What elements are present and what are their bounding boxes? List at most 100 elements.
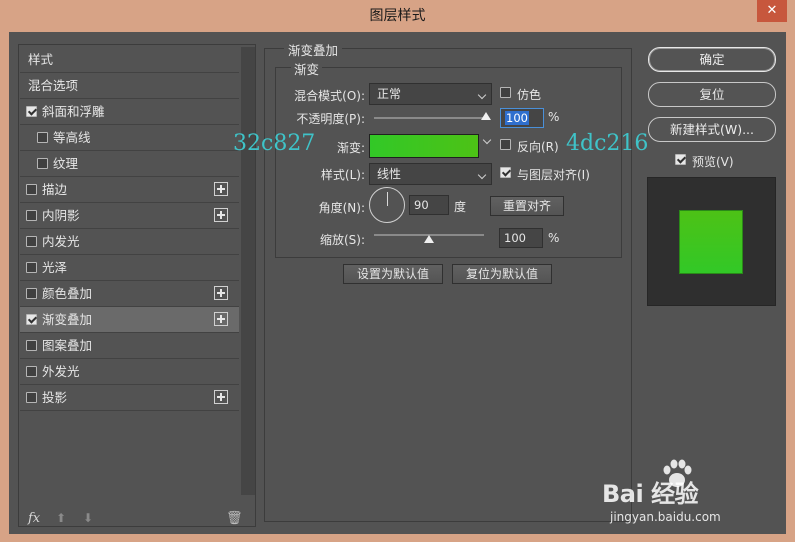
trash-icon[interactable]: 🗑: [226, 511, 243, 526]
list-item[interactable]: 样式: [20, 47, 239, 73]
styles-list-panel: 样式混合选项斜面和浮雕等高线纹理描边内阴影内发光光泽颜色叠加渐变叠加图案叠加外发…: [18, 44, 256, 527]
list-item-checkbox[interactable]: [26, 184, 37, 195]
opacity-input[interactable]: 100: [500, 108, 544, 128]
scale-value: 100: [504, 231, 526, 245]
list-item[interactable]: 图案叠加: [20, 333, 239, 359]
list-item[interactable]: 投影: [20, 385, 239, 411]
align-with-layer-checkbox[interactable]: [500, 167, 511, 178]
list-item-checkbox[interactable]: [26, 314, 37, 325]
list-scrollbar[interactable]: [241, 47, 255, 495]
list-item[interactable]: 描边: [20, 177, 239, 203]
preview-swatch: [679, 210, 743, 274]
list-item[interactable]: 内阴影: [20, 203, 239, 229]
list-item-label: 投影: [42, 390, 68, 405]
list-item[interactable]: 混合选项: [20, 73, 239, 99]
list-item[interactable]: 外发光: [20, 359, 239, 385]
plus-icon[interactable]: [214, 312, 228, 326]
dither-label: 仿色: [517, 88, 542, 102]
list-item-label: 颜色叠加: [42, 286, 93, 301]
list-item-label: 混合选项: [28, 78, 79, 93]
opacity-slider-track[interactable]: [374, 117, 486, 119]
list-item-checkbox[interactable]: [26, 340, 37, 351]
list-item-checkbox[interactable]: [26, 106, 37, 117]
opacity-unit: %: [548, 110, 560, 124]
list-item-label: 描边: [42, 182, 68, 197]
list-item[interactable]: 内发光: [20, 229, 239, 255]
opacity-value: 100: [505, 111, 529, 125]
arrow-down-icon[interactable]: ⬇: [83, 511, 93, 525]
list-item-label: 外发光: [42, 364, 80, 379]
dither-checkbox[interactable]: [500, 87, 511, 98]
scale-input[interactable]: 100: [499, 228, 543, 248]
baidu-watermark: Bai 经验 jingyan.baidu.com: [602, 454, 787, 534]
blend-mode-value: 正常: [377, 87, 402, 101]
opacity-slider-thumb[interactable]: [481, 112, 491, 120]
list-item[interactable]: 纹理: [20, 151, 239, 177]
list-item-checkbox[interactable]: [26, 236, 37, 247]
list-bottom-toolbar: fx ⬆ ⬇ 🗑: [19, 511, 255, 527]
list-item[interactable]: 光泽: [20, 255, 239, 281]
window-title: 图层样式: [369, 8, 426, 24]
list-item-label: 图案叠加: [42, 338, 93, 353]
reset-alignment-button[interactable]: 重置对齐: [490, 196, 564, 216]
scale-unit: %: [548, 231, 560, 245]
chevron-down-icon: [477, 90, 487, 100]
reverse-label: 反向(R): [517, 140, 559, 154]
list-item-label: 渐变叠加: [42, 312, 93, 327]
end-color-hex: 4dc216: [566, 131, 649, 156]
list-item-label: 内发光: [42, 234, 80, 249]
scale-slider-thumb[interactable]: [424, 235, 434, 243]
preview-label: 预览(V): [692, 155, 734, 169]
chevron-down-icon: [477, 170, 487, 180]
list-item-checkbox[interactable]: [26, 210, 37, 221]
arrow-up-icon[interactable]: ⬆: [56, 511, 66, 525]
layer-style-window: 图层样式 ✕ 样式 混合选项 斜面和浮雕 等高线 纹理 描边 内阴影 内发光 光泽 颜色叠加 渐变叠…: [0, 0, 795, 542]
list-item-checkbox[interactable]: [26, 366, 37, 377]
list-item-label: 纹理: [53, 156, 79, 171]
watermark-url: jingyan.baidu.com: [610, 510, 721, 524]
close-button[interactable]: ✕: [757, 0, 787, 22]
angle-input[interactable]: 90: [409, 195, 449, 215]
blend-mode-label: 混合模式(O):: [294, 89, 365, 103]
reset-to-default-button[interactable]: 复位为默认值: [452, 264, 552, 284]
blend-mode-select[interactable]: 正常: [369, 83, 492, 105]
reset-button[interactable]: 复位: [648, 82, 776, 107]
new-style-button[interactable]: 新建样式(W)...: [648, 117, 776, 142]
preview-checkbox[interactable]: [675, 154, 686, 165]
plus-icon[interactable]: [214, 390, 228, 404]
angle-unit: 度: [454, 200, 467, 214]
list-item[interactable]: 斜面和浮雕: [20, 99, 239, 125]
title-bar[interactable]: 图层样式 ✕: [0, 0, 795, 32]
gradient-label: 渐变:: [336, 141, 365, 155]
opacity-label: 不透明度(P):: [296, 112, 365, 126]
set-as-default-button[interactable]: 设置为默认值: [343, 264, 443, 284]
reverse-checkbox[interactable]: [500, 139, 511, 150]
gradient-subgroup-title: 渐变: [291, 59, 323, 78]
list-item-label: 等高线: [53, 130, 91, 145]
list-item[interactable]: 颜色叠加: [20, 281, 239, 307]
list-item-checkbox[interactable]: [37, 158, 48, 169]
preview-box: [647, 177, 776, 306]
gradient-swatch[interactable]: [369, 134, 479, 158]
plus-icon[interactable]: [214, 182, 228, 196]
angle-dial-needle: [387, 192, 388, 206]
plus-icon[interactable]: [214, 208, 228, 222]
list-item[interactable]: 等高线: [20, 125, 239, 151]
style-select[interactable]: 线性: [369, 163, 492, 185]
list-item-label: 样式: [28, 52, 54, 67]
list-item-checkbox[interactable]: [26, 262, 37, 273]
list-item-checkbox[interactable]: [26, 392, 37, 403]
angle-label: 角度(N):: [318, 201, 365, 215]
list-item[interactable]: 渐变叠加: [20, 307, 239, 333]
gradient-overlay-title: 渐变叠加: [284, 40, 343, 59]
style-label: 样式(L):: [320, 168, 365, 182]
plus-icon[interactable]: [214, 286, 228, 300]
align-with-layer-label: 与图层对齐(I): [517, 168, 590, 182]
angle-dial[interactable]: [369, 187, 405, 223]
fx-icon[interactable]: fx: [28, 511, 40, 526]
list-item-checkbox[interactable]: [37, 132, 48, 143]
watermark-brand: Bai 经验: [602, 480, 699, 508]
scale-label: 缩放(S):: [319, 233, 365, 247]
list-item-checkbox[interactable]: [26, 288, 37, 299]
ok-button[interactable]: 确定: [648, 47, 776, 72]
